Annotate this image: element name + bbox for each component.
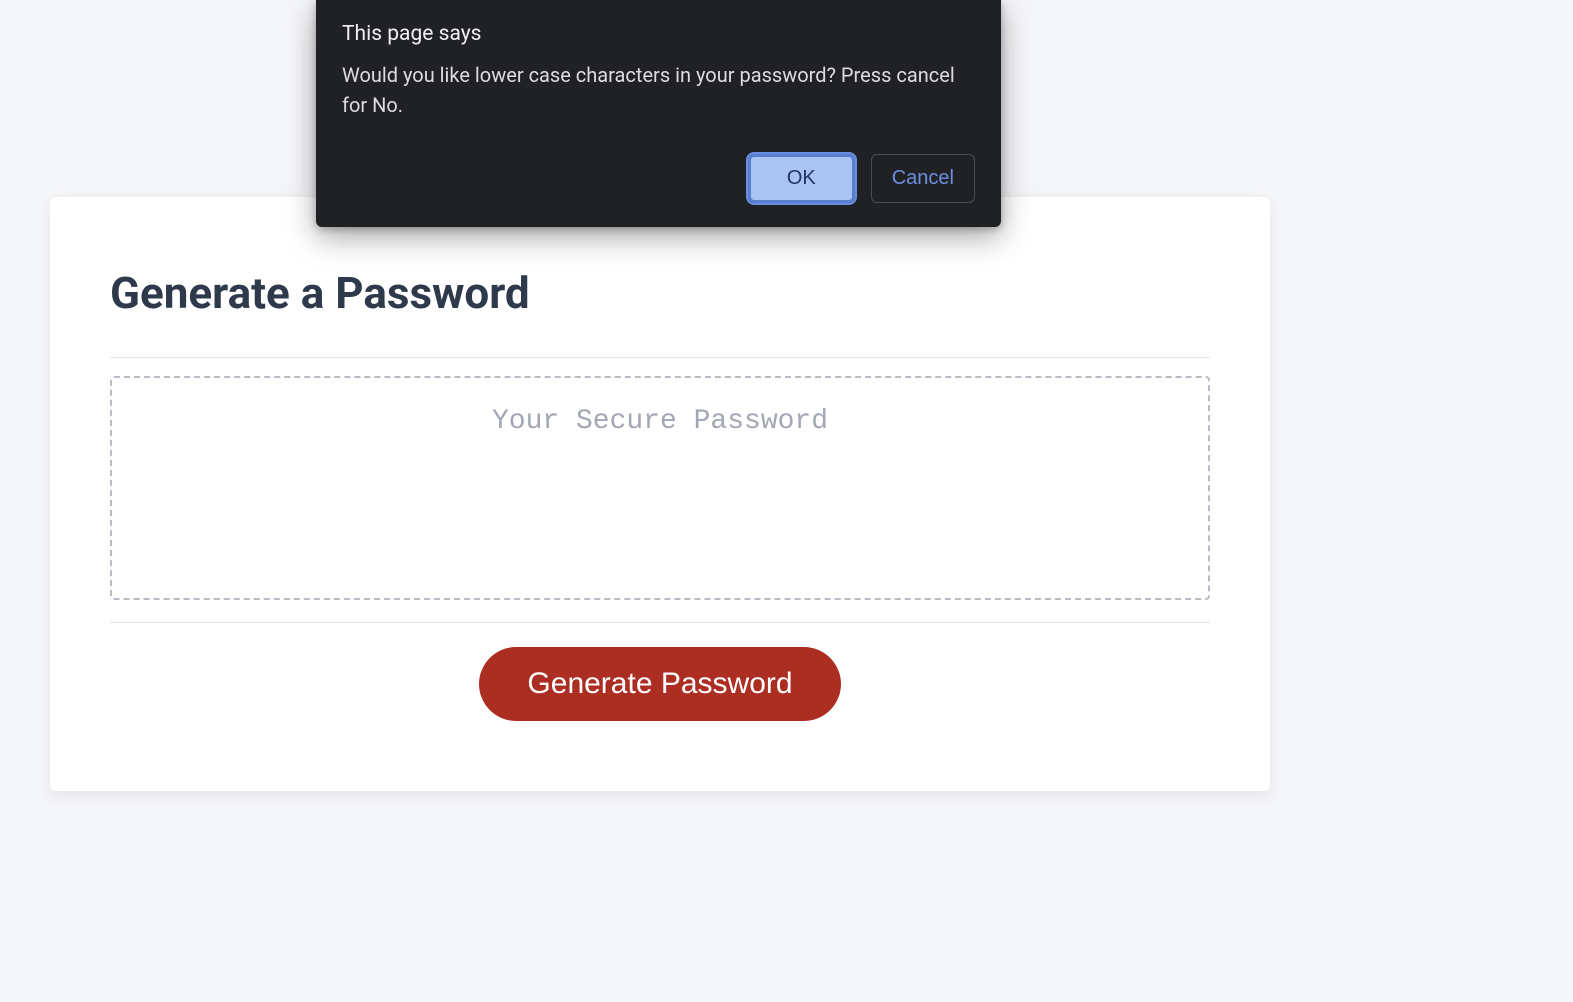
cancel-button[interactable]: Cancel (871, 154, 975, 203)
password-generator-card: Generate a Password Generate Password (50, 197, 1270, 791)
generate-password-button[interactable]: Generate Password (479, 647, 840, 721)
password-output[interactable] (110, 376, 1210, 600)
dialog-actions: OK Cancel (342, 154, 975, 203)
dialog-title: This page says (342, 22, 975, 46)
ok-button[interactable]: OK (748, 154, 855, 203)
button-row: Generate Password (110, 647, 1210, 721)
divider-top (110, 357, 1210, 358)
confirm-dialog: This page says Would you like lower case… (316, 0, 1001, 227)
divider-bottom (110, 622, 1210, 623)
dialog-message: Would you like lower case characters in … (342, 60, 975, 120)
page-title: Generate a Password (110, 267, 1210, 319)
